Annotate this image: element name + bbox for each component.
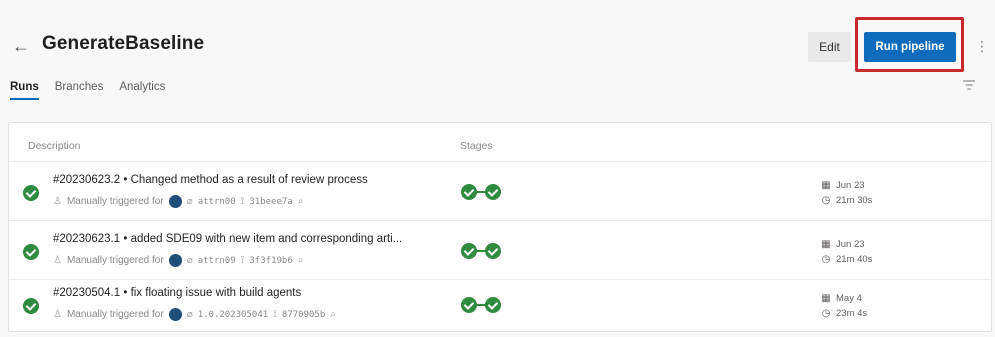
stage-indicators[interactable] <box>461 242 503 260</box>
trigger-text: Manually triggered for <box>66 196 164 207</box>
filter-icon[interactable] <box>962 79 976 91</box>
column-header-stages: Stages <box>460 140 493 152</box>
commit-hash[interactable]: 8770905b <box>282 310 325 320</box>
tag-icon: ⌕ <box>297 255 304 266</box>
run-title[interactable]: #20230623.1 • added SDE09 with new item … <box>53 233 402 245</box>
person-icon: ♙ <box>53 196 62 207</box>
calendar-icon: ▦ <box>821 180 831 191</box>
clock-icon: ◷ <box>821 308 831 319</box>
avatar <box>168 308 182 321</box>
run-pipeline-button[interactable]: Run pipeline <box>864 32 956 62</box>
tab-branches[interactable]: Branches <box>55 78 104 100</box>
tag-icon: ⌕ <box>297 196 304 207</box>
branch-icon: ⌀ <box>186 255 193 266</box>
trigger-text: Manually triggered for <box>66 255 164 266</box>
avatar <box>168 195 182 208</box>
run-title[interactable]: #20230504.1 • fix floating issue with bu… <box>53 287 301 299</box>
branch-icon: ⌀ <box>186 196 193 207</box>
branch-name[interactable]: attrn00 <box>198 197 236 207</box>
table-row[interactable]: #20230504.1 • fix floating issue with bu… <box>9 275 991 333</box>
stage-indicators[interactable] <box>461 183 503 201</box>
stage-success-icon <box>461 184 477 200</box>
stage-success-icon <box>461 297 477 313</box>
pipeline-header: ← GenerateBaseline Edit Run pipeline ⋮ R… <box>0 0 995 110</box>
run-date: Jun 23 <box>836 180 865 191</box>
branch-icon: ⌀ <box>186 309 193 320</box>
branch-name[interactable]: attrn09 <box>198 256 236 266</box>
clock-icon: ◷ <box>821 254 831 265</box>
run-duration: 23m 4s <box>836 308 868 319</box>
success-status-icon <box>23 185 39 201</box>
success-status-icon <box>23 244 39 260</box>
avatar <box>168 254 182 267</box>
run-date: May 4 <box>836 293 862 304</box>
run-duration: 21m 30s <box>836 195 873 206</box>
stage-success-icon <box>485 297 501 313</box>
more-vertical-icon[interactable]: ⋮ <box>975 34 989 58</box>
stage-indicators[interactable] <box>461 296 503 314</box>
run-date: Jun 23 <box>836 239 865 250</box>
stage-success-icon <box>485 184 501 200</box>
run-timing: ▦ Jun 23 ◷ 21m 30s <box>821 178 872 208</box>
tab-analytics[interactable]: Analytics <box>119 78 165 100</box>
tab-bar: Runs Branches Analytics <box>10 78 165 108</box>
column-header-description: Description <box>28 140 81 152</box>
back-arrow-icon[interactable]: ← <box>12 34 30 58</box>
edit-button[interactable]: Edit <box>808 32 851 62</box>
commit-icon: ⟟ <box>240 196 245 207</box>
branch-name[interactable]: 1.0.202305041 <box>198 310 268 320</box>
calendar-icon: ▦ <box>821 293 831 304</box>
commit-hash[interactable]: 3f3f19b6 <box>249 256 292 266</box>
stage-success-icon <box>461 243 477 259</box>
runs-table: Description Stages #20230623.2 • Changed… <box>8 122 992 332</box>
calendar-icon: ▦ <box>821 239 831 250</box>
commit-icon: ⟟ <box>273 309 277 320</box>
stage-success-icon <box>485 243 501 259</box>
person-icon: ♙ <box>53 255 62 266</box>
table-row[interactable]: #20230623.1 • added SDE09 with new item … <box>9 221 991 279</box>
run-meta: ♙ Manually triggered for ⌀ attrn09 ⟟ 3f3… <box>53 254 303 267</box>
success-status-icon <box>23 298 39 314</box>
tab-runs[interactable]: Runs <box>10 78 39 100</box>
run-timing: ▦ Jun 23 ◷ 21m 40s <box>821 237 872 267</box>
clock-icon: ◷ <box>821 195 831 206</box>
run-title[interactable]: #20230623.2 • Changed method as a result… <box>53 174 368 186</box>
commit-hash[interactable]: 31beee7a <box>249 197 292 207</box>
table-row[interactable]: #20230623.2 • Changed method as a result… <box>9 162 991 220</box>
run-timing: ▦ May 4 ◷ 23m 4s <box>821 291 867 321</box>
run-duration: 21m 40s <box>836 254 873 265</box>
commit-icon: ⟟ <box>240 255 245 266</box>
run-meta: ♙ Manually triggered for ⌀ 1.0.202305041… <box>53 308 336 321</box>
tag-icon: ⌕ <box>330 309 336 320</box>
person-icon: ♙ <box>53 309 62 320</box>
run-meta: ♙ Manually triggered for ⌀ attrn00 ⟟ 31b… <box>53 195 303 208</box>
page-title: GenerateBaseline <box>42 33 205 54</box>
trigger-text: Manually triggered for <box>66 309 164 320</box>
